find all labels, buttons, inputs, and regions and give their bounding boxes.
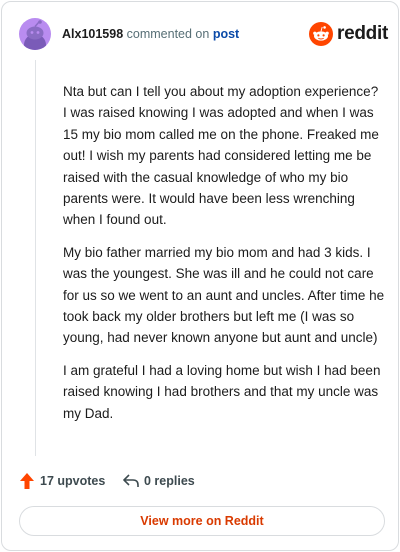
reddit-logo-icon bbox=[309, 22, 333, 46]
username-link[interactable]: Alx101598 bbox=[62, 27, 123, 41]
comment-paragraph: Nta but can I tell you about my adoption… bbox=[63, 84, 379, 228]
reddit-wordmark: reddit bbox=[337, 23, 388, 44]
upvote-arrow-icon[interactable] bbox=[20, 473, 34, 489]
user-avatar[interactable] bbox=[19, 18, 51, 50]
post-link[interactable]: post bbox=[213, 27, 239, 41]
comment-footer: 17 upvotes 0 replies bbox=[20, 472, 380, 490]
reply-icon[interactable] bbox=[123, 474, 139, 488]
comment-header: Alx101598 commented on post reddit bbox=[19, 18, 388, 50]
comment-body: Nta but can I tell you about my adoption… bbox=[63, 81, 385, 435]
embedded-comment-card: Alx101598 commented on post reddit Nta b… bbox=[1, 1, 399, 551]
reddit-logo[interactable]: reddit bbox=[309, 22, 388, 46]
reply-count: 0 replies bbox=[144, 474, 195, 488]
commented-on-text: commented on bbox=[126, 27, 210, 41]
comment-paragraph: I am grateful I had a loving home but wi… bbox=[63, 362, 381, 421]
comment-byline: Alx101598 commented on post bbox=[62, 27, 239, 42]
thread-line bbox=[35, 60, 36, 456]
comment-paragraph: My bio father married my bio mom and had… bbox=[63, 244, 385, 346]
snoo-avatar-icon bbox=[24, 20, 46, 50]
upvote-count: 17 upvotes bbox=[40, 474, 106, 488]
view-more-on-reddit-button[interactable]: View more on Reddit bbox=[19, 506, 385, 536]
